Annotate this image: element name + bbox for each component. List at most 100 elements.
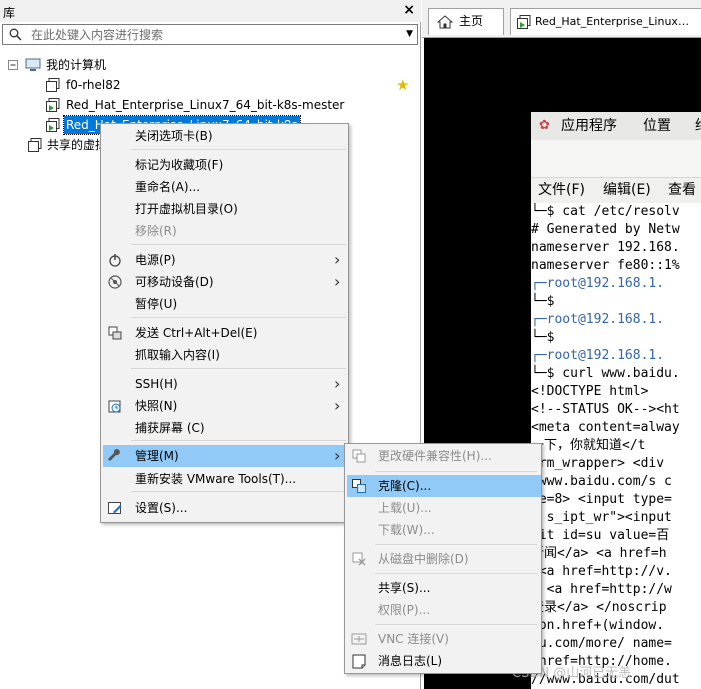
menu-item-15[interactable]: 设置(S)... (103, 497, 348, 519)
submenu-item-label: 消息日志(L) (378, 654, 443, 668)
tree-label-vm: f0-rhel82 (66, 78, 121, 92)
menu-item-6[interactable]: 可移动设备(D) › (103, 271, 348, 293)
favorite-star-icon[interactable]: ★ (396, 75, 409, 95)
tab-home[interactable]: 主页 (428, 8, 504, 35)
terminal-output[interactable]: └─$ cat /etc/resolv # Generated by Netw na… (531, 203, 701, 689)
submenu-item-2[interactable]: 上载(U)... (347, 497, 541, 519)
menu-item-label: 抓取输入内容(I) (135, 348, 220, 362)
menu-separator (131, 440, 346, 441)
menu-item-10[interactable]: SSH(H) › (103, 373, 348, 395)
submenu-item-5[interactable]: 共享(S)... (347, 577, 541, 599)
menu-item-3[interactable]: 打开虚拟机目录(O) (103, 198, 348, 220)
submenu-arrow-icon: › (334, 272, 341, 291)
gnome-top-bar: ✿ 应用程序 位置 终 (531, 112, 701, 140)
submenu-item-label: 从磁盘中删除(D) (378, 552, 469, 566)
terminal-line: <!--STATUS OK--><ht (531, 402, 680, 417)
message-log-icon (352, 654, 366, 669)
menu-item-5[interactable]: 电源(P) › (103, 249, 348, 271)
submenu-item-label: 克隆(C)... (378, 479, 432, 493)
terminal-line: <a href=http://v. (531, 564, 672, 579)
submenu-item-1[interactable]: 克隆(C)... (347, 475, 541, 497)
menu-item-label: 移除(R) (135, 224, 177, 238)
terminal-line: <!DOCTYPE html> (531, 384, 649, 399)
terminal-line: └─$ curl www.baidu. (531, 366, 680, 381)
terminal-line: nameserver fe80::1% (531, 258, 680, 273)
delete-disk-icon (352, 552, 366, 566)
collapse-icon[interactable] (8, 60, 19, 71)
menu-item-8[interactable]: 发送 Ctrl+Alt+Del(E) (103, 322, 348, 344)
home-icon (437, 15, 453, 29)
menu-separator (131, 317, 346, 318)
menu-item-9[interactable]: 抓取输入内容(I) (103, 344, 348, 366)
tree-item-vm[interactable]: Red_Hat_Enterprise_Linux7_64_bit-k8s-mes… (45, 95, 365, 115)
chevron-down-icon[interactable]: ▼ (406, 29, 413, 39)
tree-root-my-computer[interactable]: 我的计算机 (8, 55, 308, 75)
settings-icon (108, 502, 122, 514)
terminal-line: nameserver 192.168. (531, 240, 680, 255)
submenu-item-0[interactable]: 更改硬件兼容性(H)... (347, 445, 541, 467)
menu-item-4[interactable]: 移除(R) (103, 220, 348, 242)
menu-item-13[interactable]: 管理(M) › (103, 445, 348, 467)
tab-bar: 主页 Red_Hat_Enterprise_Linux7_64_bit-k8s (422, 0, 701, 38)
submenu-item-label: VNC 连接(V) (378, 632, 449, 646)
menu-item-11[interactable]: 快照(N) › (103, 395, 348, 417)
menu-separator (375, 471, 537, 472)
tab-label: Red_Hat_Enterprise_Linux7_64_bit-k8s (535, 15, 695, 28)
menu-separator (131, 149, 346, 150)
menu-item-1[interactable]: 标记为收藏项(F) (103, 154, 348, 176)
vnc-icon (351, 633, 367, 645)
menu-item-14[interactable]: 重新安装 VMware Tools(T)... (103, 468, 348, 490)
menu-item-label: 电源(P) (135, 253, 176, 267)
library-title: 库 (3, 6, 16, 20)
shared-vm-icon (28, 138, 42, 152)
submenu-arrow-icon: › (334, 446, 341, 465)
menu-item-label: 设置(S)... (135, 501, 188, 515)
gnome-extra-menu[interactable]: 终 (695, 112, 701, 140)
terminal-line: 新闻</a> <a href=h (531, 546, 667, 561)
gnome-places-menu[interactable]: 位置 (643, 112, 671, 140)
menu-item-label: 重命名(A)... (135, 180, 201, 194)
terminal-line: du.com/more/ name= (531, 636, 672, 651)
terminal-line: └─$ (531, 330, 555, 345)
menu-item-label: 发送 Ctrl+Alt+Del(E) (135, 326, 258, 340)
menu-item-label: 重新安装 VMware Tools(T)... (135, 472, 297, 486)
terminal-line: <meta content=alway (531, 420, 680, 435)
tree-item-vm[interactable]: f0-rhel82 ★ (45, 75, 415, 95)
menu-item-label: SSH(H) (135, 377, 178, 391)
vm-icon (46, 78, 60, 92)
submenu-item-4[interactable]: 从磁盘中删除(D) (347, 548, 541, 570)
menu-separator (131, 244, 346, 245)
snapshot-icon (108, 400, 121, 413)
computer-icon (25, 58, 41, 71)
menu-item-label: 关闭选项卡(B) (135, 129, 213, 143)
menu-separator (131, 368, 346, 369)
submenu-item-3[interactable]: 下载(W)... (347, 519, 541, 541)
ctrl-alt-del-icon (108, 326, 122, 340)
menu-item-12[interactable]: 捕获屏幕 (C) (103, 417, 348, 439)
terminal-menu-edit[interactable]: 编辑(E) (603, 178, 651, 203)
terminal-line: 登录</a> </noscrip (531, 600, 667, 615)
removable-device-icon (108, 275, 122, 289)
terminal-line: mit id=su value=百 (531, 528, 670, 543)
gnome-applications-menu[interactable]: 应用程序 (561, 112, 617, 140)
menu-item-0[interactable]: 关闭选项卡(B) (103, 125, 348, 147)
submenu-item-8[interactable]: 消息日志(L) (347, 650, 541, 672)
terminal-line: └─$ (531, 294, 555, 309)
close-icon[interactable]: × (403, 2, 415, 18)
search-input[interactable] (31, 25, 391, 44)
terminal-line: ion.href+(window. (531, 618, 665, 633)
terminal-menu-file[interactable]: 文件(F) (538, 178, 585, 203)
terminal-titlebar (531, 140, 701, 178)
submenu-item-label: 共享(S)... (378, 581, 431, 595)
gnome-apps-icon: ✿ (539, 118, 550, 133)
submenu-item-7[interactable]: VNC 连接(V) (347, 628, 541, 650)
terminal-menu-view[interactable]: 查看 (668, 178, 696, 203)
tab-vm[interactable]: Red_Hat_Enterprise_Linux7_64_bit-k8s (510, 8, 701, 35)
hardware-compat-icon (352, 449, 366, 463)
submenu-item-6[interactable]: 权限(P)... (347, 599, 541, 621)
menu-item-2[interactable]: 重命名(A)... (103, 176, 348, 198)
vm-running-icon (517, 15, 531, 29)
menu-item-label: 快照(N) (135, 399, 178, 413)
menu-item-7[interactable]: 暂停(U) (103, 293, 348, 315)
library-search-box[interactable]: ▼ (2, 24, 418, 45)
